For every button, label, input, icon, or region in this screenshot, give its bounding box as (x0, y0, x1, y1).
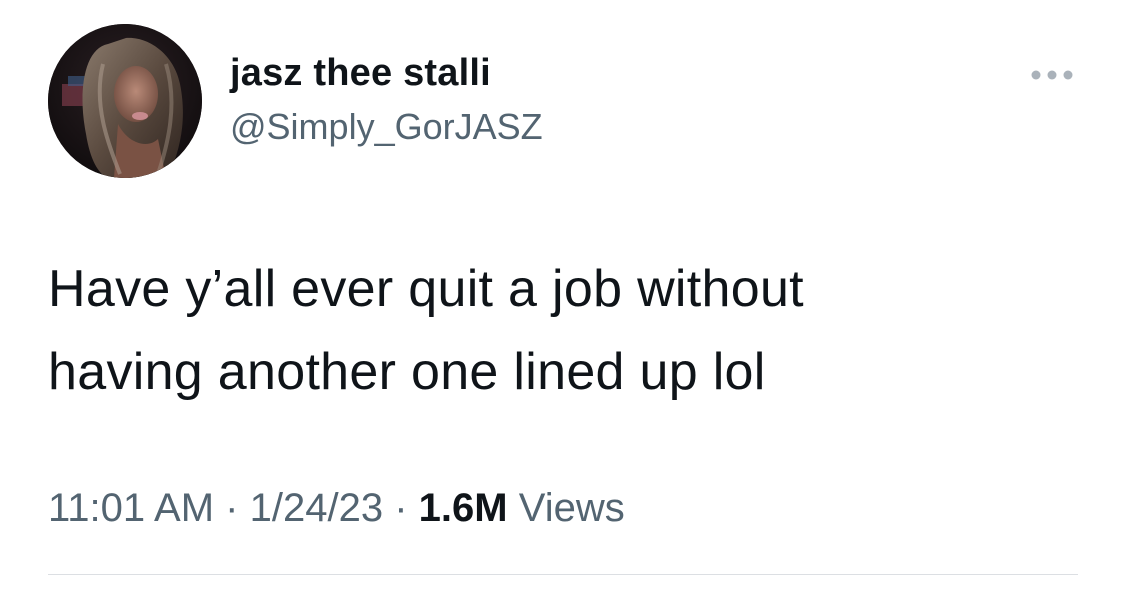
meta-separator: · (225, 486, 239, 530)
author-handle[interactable]: @Simply_GorJASZ (230, 106, 543, 148)
tweet-time[interactable]: 11:01 AM (48, 486, 214, 530)
views-count[interactable]: 1.6M (419, 486, 508, 530)
tweet-text-line: Have y’all ever quit a job without (48, 260, 804, 318)
more-options-button[interactable] (1027, 60, 1077, 90)
divider (48, 574, 1078, 575)
tweet-date[interactable]: 1/24/23 (250, 486, 383, 530)
avatar-image (48, 24, 202, 178)
views-label[interactable]: Views (519, 486, 625, 530)
tweet-metadata: 11:01 AM · 1/24/23 · 1.6M Views (48, 486, 625, 531)
more-horizontal-icon (1031, 70, 1073, 80)
tweet-text: Have y’all ever quit a job without havin… (48, 248, 1078, 414)
author-avatar[interactable] (48, 24, 202, 178)
tweet-card: jasz thee stalli @Simply_GorJASZ Have y’… (0, 0, 1125, 590)
author-display-name[interactable]: jasz thee stalli (230, 52, 491, 95)
tweet-text-line: having another one lined up lol (48, 343, 766, 401)
meta-separator: · (394, 486, 408, 530)
